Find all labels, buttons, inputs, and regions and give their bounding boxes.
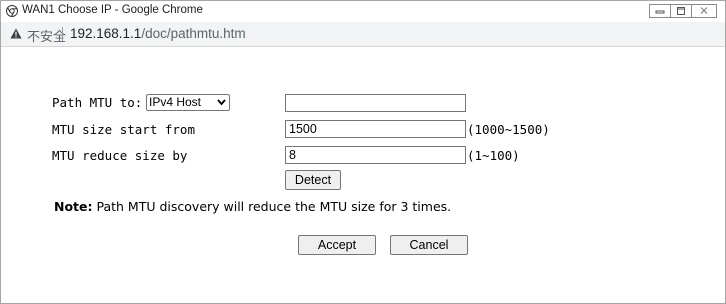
note-text: Note: Path MTU discovery will reduce the… xyxy=(54,199,451,214)
address-bar[interactable]: 不安全 192.168.1.1/doc/pathmtu.htm xyxy=(1,22,725,47)
note-prefix: Note: xyxy=(54,199,93,214)
warning-triangle-icon[interactable] xyxy=(10,28,22,39)
maximize-icon xyxy=(677,7,685,15)
close-icon xyxy=(700,7,708,14)
url-host: 192.168.1.1 xyxy=(70,26,142,41)
mtu-reduce-input[interactable] xyxy=(285,146,466,164)
window-controls xyxy=(649,4,717,19)
page-content: Path MTU to: IPv4 Host MTU size start fr… xyxy=(1,47,725,303)
mtu-start-input[interactable] xyxy=(285,120,466,138)
cancel-button[interactable]: Cancel xyxy=(390,235,468,255)
mtu-reduce-label: MTU reduce size by xyxy=(52,148,188,163)
path-mtu-target-input[interactable] xyxy=(285,94,466,112)
security-status-label[interactable]: 不安全 xyxy=(27,26,66,45)
url-text[interactable]: 192.168.1.1/doc/pathmtu.htm xyxy=(70,26,246,41)
path-mtu-target-selected: IPv4 Host xyxy=(149,95,202,109)
maximize-button[interactable] xyxy=(670,4,692,18)
minimize-button[interactable] xyxy=(649,4,671,18)
mtu-start-range: (1000~1500) xyxy=(467,122,550,137)
path-mtu-label: Path MTU to: xyxy=(52,95,143,110)
path-mtu-target-select[interactable]: IPv4 Host xyxy=(146,94,230,111)
browser-popup-window: WAN1 Choose IP - Google Chrome 不安全 192.1… xyxy=(0,0,726,304)
address-separator xyxy=(62,27,63,41)
accept-button[interactable]: Accept xyxy=(298,235,376,255)
close-button[interactable] xyxy=(691,4,717,18)
chrome-icon xyxy=(6,5,18,17)
detect-button[interactable]: Detect xyxy=(285,170,341,190)
chevron-down-icon xyxy=(217,99,226,106)
mtu-reduce-range: (1~100) xyxy=(467,148,520,163)
note-body: Path MTU discovery will reduce the MTU s… xyxy=(96,199,452,214)
url-path: /doc/pathmtu.htm xyxy=(141,26,246,41)
minimize-icon xyxy=(655,10,665,14)
mtu-start-label: MTU size start from xyxy=(52,122,195,137)
title-bar[interactable]: WAN1 Choose IP - Google Chrome xyxy=(1,1,725,22)
window-title: WAN1 Choose IP - Google Chrome xyxy=(22,4,203,16)
